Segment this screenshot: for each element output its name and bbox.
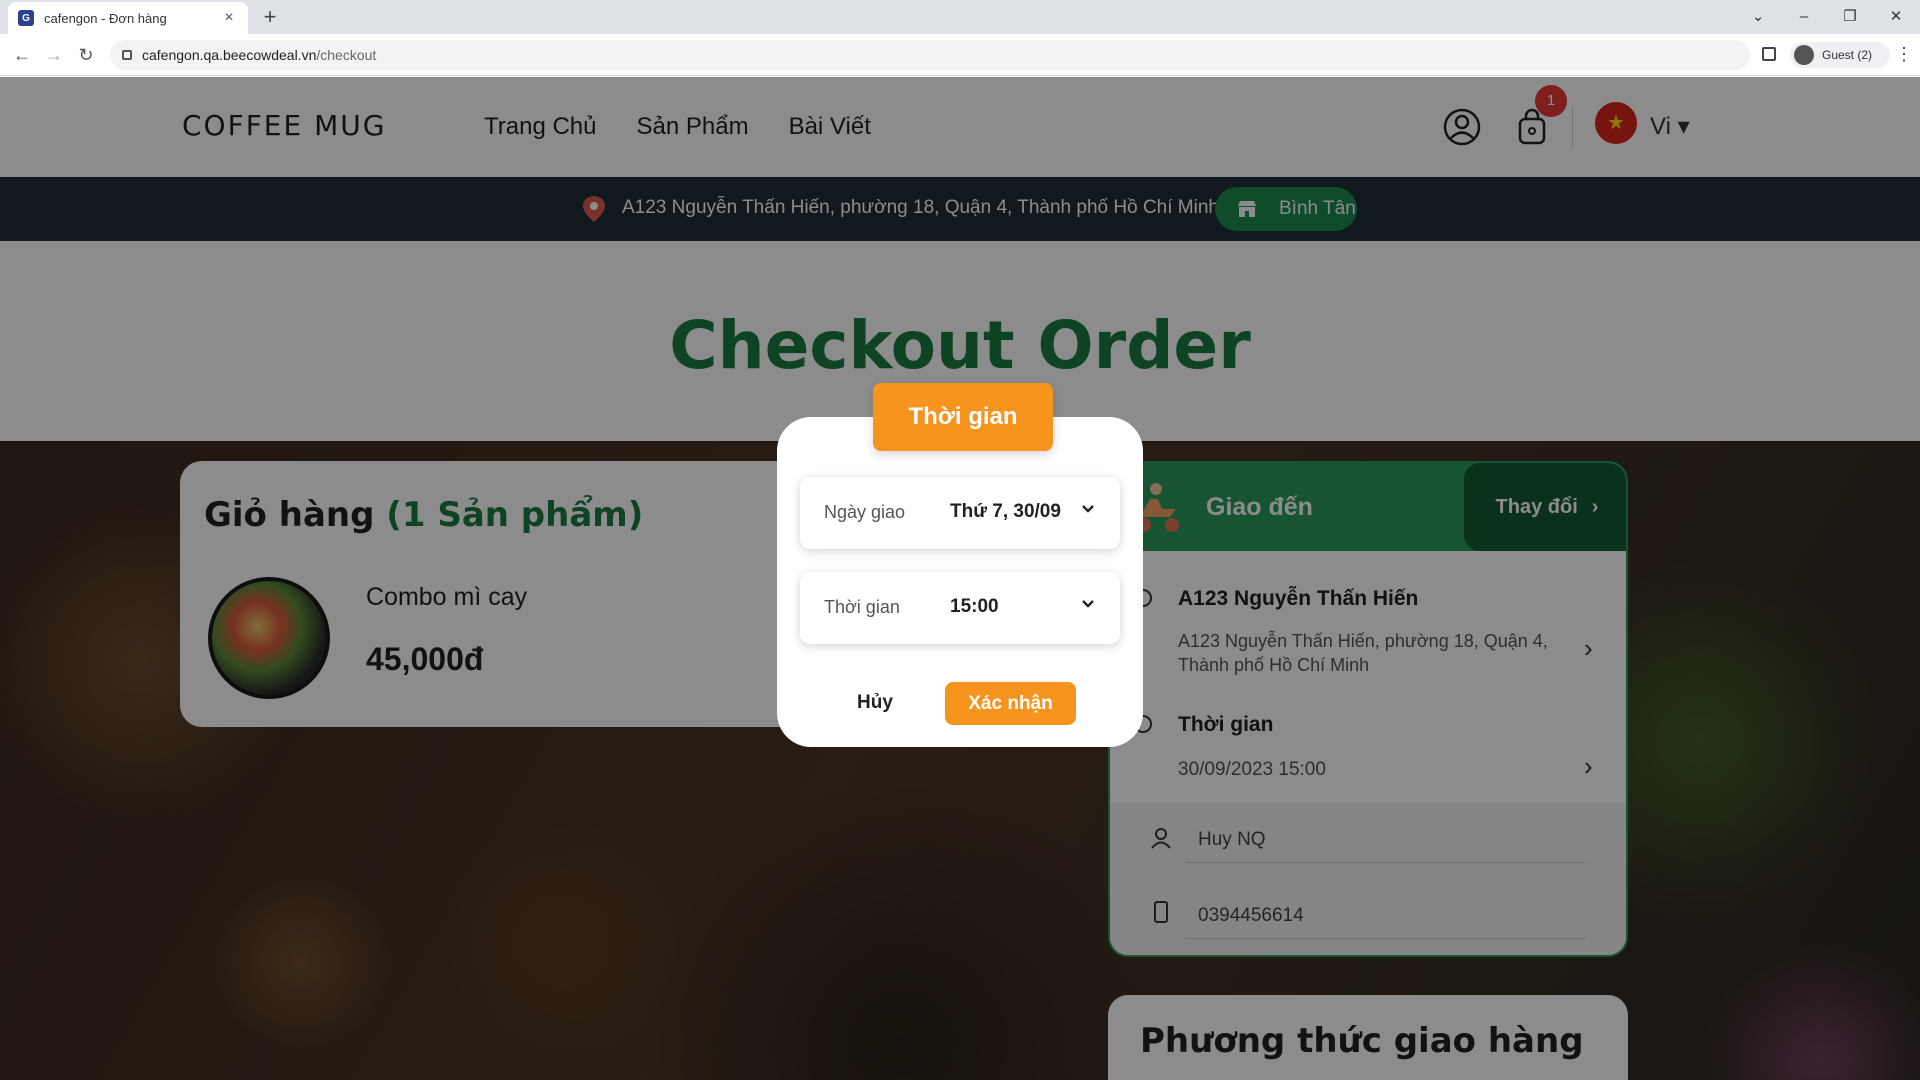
url-host: cafengon.qa.beecowdeal.vn bbox=[142, 47, 317, 63]
profile-button[interactable]: Guest (2) bbox=[1790, 42, 1890, 68]
tab-title: cafengon - Đơn hàng bbox=[44, 10, 167, 26]
time-select-value: 15:00 bbox=[950, 596, 999, 617]
browser-tabbar: G cafengon - Đơn hàng × + ⌄ – ❐ ✕ bbox=[0, 0, 1920, 34]
modal-title: Thời gian bbox=[873, 383, 1053, 451]
lock-icon[interactable] bbox=[122, 50, 132, 60]
address-bar[interactable]: cafengon.qa.beecowdeal.vn/checkout bbox=[110, 40, 1750, 70]
browser-menu-icon[interactable]: ⋮ bbox=[1895, 44, 1913, 65]
side-panel-icon[interactable] bbox=[1762, 47, 1776, 61]
chevron-down-icon bbox=[1082, 600, 1094, 608]
delivery-time-select[interactable]: Thời gian 15:00 bbox=[800, 572, 1120, 644]
profile-label: Guest (2) bbox=[1822, 48, 1873, 62]
tab-close-icon[interactable]: × bbox=[220, 9, 238, 27]
confirm-button[interactable]: Xác nhận bbox=[945, 682, 1076, 725]
date-select-label: Ngày giao bbox=[824, 502, 906, 522]
new-tab-button[interactable]: + bbox=[258, 6, 282, 30]
date-select-value: Thứ 7, 30/09 bbox=[950, 501, 1061, 522]
tab-search-icon[interactable]: ⌄ bbox=[1740, 4, 1776, 30]
time-select-label: Thời gian bbox=[824, 597, 900, 617]
back-arrow-icon[interactable]: ← bbox=[10, 43, 34, 67]
browser-tab[interactable]: G cafengon - Đơn hàng × bbox=[8, 2, 248, 34]
restore-button[interactable]: ❐ bbox=[1832, 4, 1868, 30]
minimize-button[interactable]: – bbox=[1786, 4, 1822, 30]
cancel-button[interactable]: Hủy bbox=[840, 685, 910, 721]
url-path: /checkout bbox=[316, 47, 377, 63]
delivery-date-select[interactable]: Ngày giao Thứ 7, 30/09 bbox=[800, 477, 1120, 549]
close-window-button[interactable]: ✕ bbox=[1878, 4, 1914, 30]
forward-arrow-icon[interactable]: → bbox=[42, 43, 66, 67]
profile-avatar-icon bbox=[1794, 45, 1814, 65]
chevron-down-icon bbox=[1082, 505, 1094, 513]
browser-toolbar: ← → ↻ cafengon.qa.beecowdeal.vn/checkout… bbox=[0, 34, 1920, 76]
site-favicon-icon: G bbox=[18, 10, 34, 26]
reload-icon[interactable]: ↻ bbox=[74, 43, 98, 67]
